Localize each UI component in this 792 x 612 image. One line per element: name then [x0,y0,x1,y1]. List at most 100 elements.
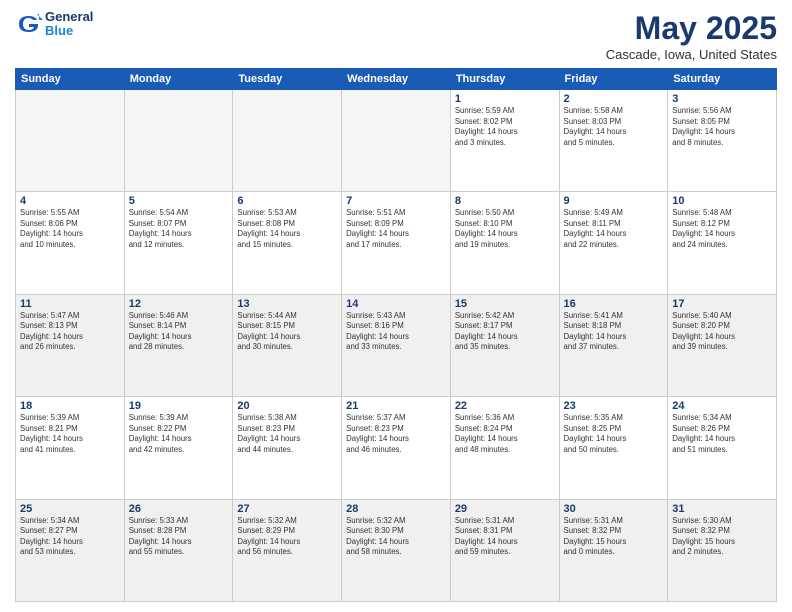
table-row: 10Sunrise: 5:48 AM Sunset: 8:12 PM Dayli… [668,192,777,294]
table-row: 29Sunrise: 5:31 AM Sunset: 8:31 PM Dayli… [450,499,559,601]
day-info: Sunrise: 5:41 AM Sunset: 8:18 PM Dayligh… [564,311,664,353]
title-area: May 2025 Cascade, Iowa, United States [606,10,777,62]
table-row: 14Sunrise: 5:43 AM Sunset: 8:16 PM Dayli… [342,294,451,396]
table-row: 27Sunrise: 5:32 AM Sunset: 8:29 PM Dayli… [233,499,342,601]
table-row: 18Sunrise: 5:39 AM Sunset: 8:21 PM Dayli… [16,397,125,499]
table-row: 16Sunrise: 5:41 AM Sunset: 8:18 PM Dayli… [559,294,668,396]
day-info: Sunrise: 5:33 AM Sunset: 8:28 PM Dayligh… [129,516,229,558]
day-number: 22 [455,400,555,412]
calendar-row-5: 25Sunrise: 5:34 AM Sunset: 8:27 PM Dayli… [16,499,777,601]
day-number: 20 [237,400,337,412]
table-row [16,90,125,192]
day-number: 7 [346,195,446,207]
day-info: Sunrise: 5:32 AM Sunset: 8:29 PM Dayligh… [237,516,337,558]
day-number: 14 [346,298,446,310]
table-row: 2Sunrise: 5:58 AM Sunset: 8:03 PM Daylig… [559,90,668,192]
table-row: 28Sunrise: 5:32 AM Sunset: 8:30 PM Dayli… [342,499,451,601]
table-row: 1Sunrise: 5:59 AM Sunset: 8:02 PM Daylig… [450,90,559,192]
table-row: 22Sunrise: 5:36 AM Sunset: 8:24 PM Dayli… [450,397,559,499]
day-info: Sunrise: 5:55 AM Sunset: 8:06 PM Dayligh… [20,208,120,250]
day-number: 17 [672,298,772,310]
day-info: Sunrise: 5:31 AM Sunset: 8:32 PM Dayligh… [564,516,664,558]
day-info: Sunrise: 5:36 AM Sunset: 8:24 PM Dayligh… [455,413,555,455]
day-number: 18 [20,400,120,412]
page: General Blue May 2025 Cascade, Iowa, Uni… [0,0,792,612]
day-number: 1 [455,93,555,105]
table-row [233,90,342,192]
header-wednesday: Wednesday [342,69,451,90]
day-number: 26 [129,503,229,515]
day-info: Sunrise: 5:42 AM Sunset: 8:17 PM Dayligh… [455,311,555,353]
location: Cascade, Iowa, United States [606,47,777,62]
day-info: Sunrise: 5:49 AM Sunset: 8:11 PM Dayligh… [564,208,664,250]
table-row: 31Sunrise: 5:30 AM Sunset: 8:32 PM Dayli… [668,499,777,601]
day-number: 23 [564,400,664,412]
day-info: Sunrise: 5:31 AM Sunset: 8:31 PM Dayligh… [455,516,555,558]
day-number: 12 [129,298,229,310]
day-number: 31 [672,503,772,515]
day-number: 13 [237,298,337,310]
day-number: 6 [237,195,337,207]
table-row: 13Sunrise: 5:44 AM Sunset: 8:15 PM Dayli… [233,294,342,396]
day-number: 10 [672,195,772,207]
day-number: 27 [237,503,337,515]
day-info: Sunrise: 5:46 AM Sunset: 8:14 PM Dayligh… [129,311,229,353]
table-row: 11Sunrise: 5:47 AM Sunset: 8:13 PM Dayli… [16,294,125,396]
day-info: Sunrise: 5:32 AM Sunset: 8:30 PM Dayligh… [346,516,446,558]
day-info: Sunrise: 5:34 AM Sunset: 8:27 PM Dayligh… [20,516,120,558]
table-row: 23Sunrise: 5:35 AM Sunset: 8:25 PM Dayli… [559,397,668,499]
table-row: 21Sunrise: 5:37 AM Sunset: 8:23 PM Dayli… [342,397,451,499]
table-row: 12Sunrise: 5:46 AM Sunset: 8:14 PM Dayli… [124,294,233,396]
day-info: Sunrise: 5:38 AM Sunset: 8:23 PM Dayligh… [237,413,337,455]
table-row: 30Sunrise: 5:31 AM Sunset: 8:32 PM Dayli… [559,499,668,601]
table-row: 5Sunrise: 5:54 AM Sunset: 8:07 PM Daylig… [124,192,233,294]
calendar-row-3: 11Sunrise: 5:47 AM Sunset: 8:13 PM Dayli… [16,294,777,396]
day-number: 5 [129,195,229,207]
day-number: 30 [564,503,664,515]
day-number: 8 [455,195,555,207]
month-title: May 2025 [606,10,777,47]
calendar-row-1: 1Sunrise: 5:59 AM Sunset: 8:02 PM Daylig… [16,90,777,192]
day-info: Sunrise: 5:48 AM Sunset: 8:12 PM Dayligh… [672,208,772,250]
header-thursday: Thursday [450,69,559,90]
day-info: Sunrise: 5:39 AM Sunset: 8:21 PM Dayligh… [20,413,120,455]
table-row: 9Sunrise: 5:49 AM Sunset: 8:11 PM Daylig… [559,192,668,294]
header-monday: Monday [124,69,233,90]
table-row: 26Sunrise: 5:33 AM Sunset: 8:28 PM Dayli… [124,499,233,601]
day-number: 9 [564,195,664,207]
day-number: 24 [672,400,772,412]
day-info: Sunrise: 5:59 AM Sunset: 8:02 PM Dayligh… [455,106,555,148]
day-info: Sunrise: 5:47 AM Sunset: 8:13 PM Dayligh… [20,311,120,353]
table-row [342,90,451,192]
calendar-row-2: 4Sunrise: 5:55 AM Sunset: 8:06 PM Daylig… [16,192,777,294]
day-info: Sunrise: 5:37 AM Sunset: 8:23 PM Dayligh… [346,413,446,455]
table-row: 20Sunrise: 5:38 AM Sunset: 8:23 PM Dayli… [233,397,342,499]
table-row: 7Sunrise: 5:51 AM Sunset: 8:09 PM Daylig… [342,192,451,294]
day-info: Sunrise: 5:53 AM Sunset: 8:08 PM Dayligh… [237,208,337,250]
weekday-header-row: Sunday Monday Tuesday Wednesday Thursday… [16,69,777,90]
calendar-row-4: 18Sunrise: 5:39 AM Sunset: 8:21 PM Dayli… [16,397,777,499]
day-info: Sunrise: 5:58 AM Sunset: 8:03 PM Dayligh… [564,106,664,148]
day-number: 11 [20,298,120,310]
logo-text: General Blue [45,10,93,39]
day-number: 29 [455,503,555,515]
header-friday: Friday [559,69,668,90]
day-number: 19 [129,400,229,412]
table-row: 24Sunrise: 5:34 AM Sunset: 8:26 PM Dayli… [668,397,777,499]
day-info: Sunrise: 5:34 AM Sunset: 8:26 PM Dayligh… [672,413,772,455]
day-info: Sunrise: 5:35 AM Sunset: 8:25 PM Dayligh… [564,413,664,455]
table-row [124,90,233,192]
header-tuesday: Tuesday [233,69,342,90]
day-info: Sunrise: 5:39 AM Sunset: 8:22 PM Dayligh… [129,413,229,455]
day-info: Sunrise: 5:44 AM Sunset: 8:15 PM Dayligh… [237,311,337,353]
day-number: 2 [564,93,664,105]
calendar-table: Sunday Monday Tuesday Wednesday Thursday… [15,68,777,602]
header-saturday: Saturday [668,69,777,90]
day-number: 25 [20,503,120,515]
table-row: 25Sunrise: 5:34 AM Sunset: 8:27 PM Dayli… [16,499,125,601]
table-row: 8Sunrise: 5:50 AM Sunset: 8:10 PM Daylig… [450,192,559,294]
table-row: 19Sunrise: 5:39 AM Sunset: 8:22 PM Dayli… [124,397,233,499]
table-row: 15Sunrise: 5:42 AM Sunset: 8:17 PM Dayli… [450,294,559,396]
table-row: 4Sunrise: 5:55 AM Sunset: 8:06 PM Daylig… [16,192,125,294]
day-info: Sunrise: 5:40 AM Sunset: 8:20 PM Dayligh… [672,311,772,353]
